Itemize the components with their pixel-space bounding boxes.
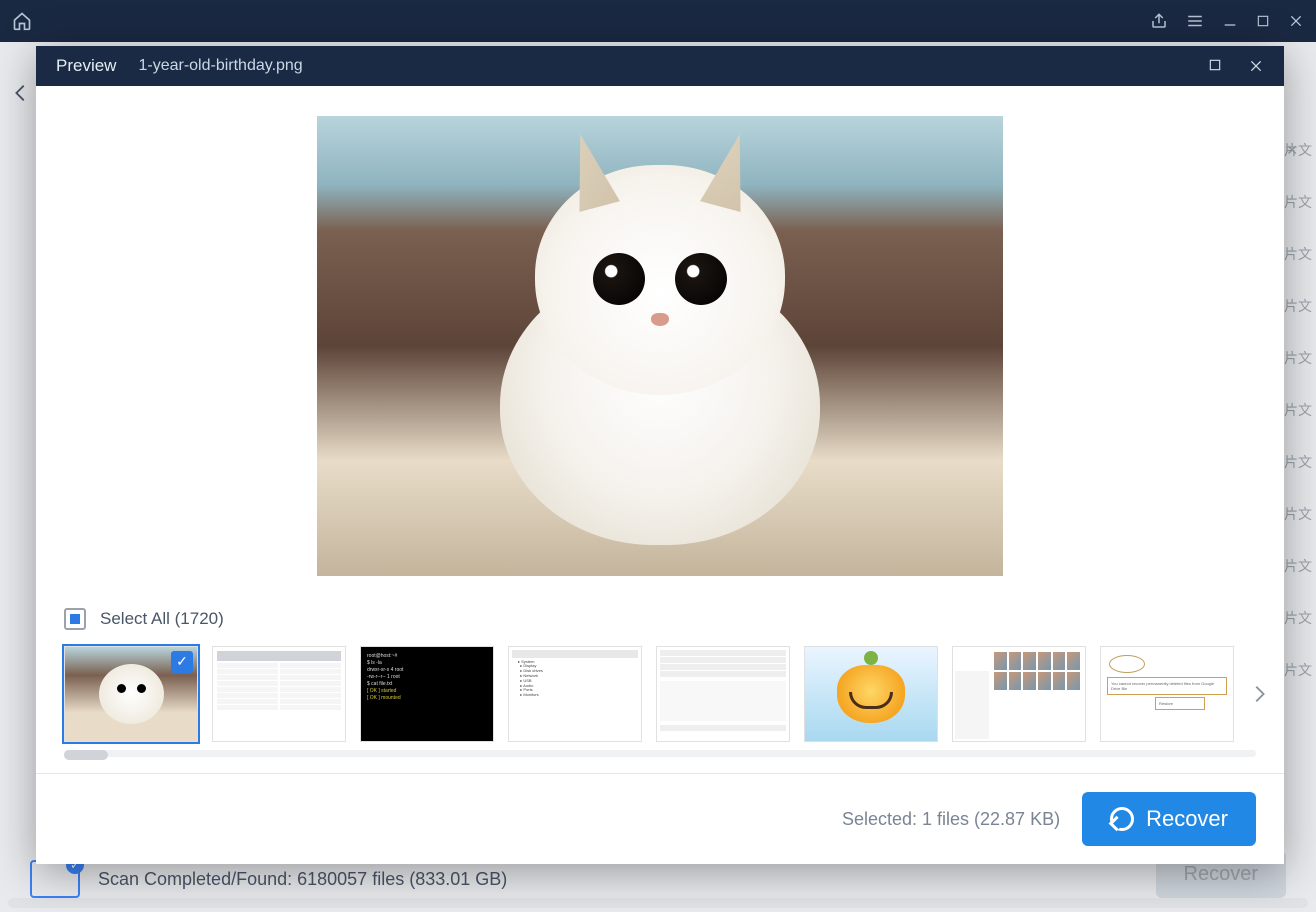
- modal-maximize-icon[interactable]: [1208, 58, 1222, 74]
- select-all-label: Select All (1720): [100, 609, 224, 629]
- minimize-icon[interactable]: [1222, 13, 1238, 29]
- preview-modal: Preview 1-year-old-birthday.png: [36, 46, 1284, 864]
- thumbnail[interactable]: [952, 646, 1086, 742]
- select-all-row[interactable]: Select All (1720): [36, 596, 1284, 640]
- thumbnail[interactable]: ✓: [64, 646, 198, 742]
- recover-label: Recover: [1146, 806, 1228, 832]
- disk-complete-icon: [30, 860, 80, 898]
- scan-status-text: Scan Completed/Found: 6180057 files (833…: [98, 869, 507, 890]
- preview-area: [36, 86, 1284, 596]
- bg-file-list: 片文片文片文片文片文片文片文片文片文片文片文: [1284, 140, 1312, 680]
- select-all-checkbox[interactable]: [64, 608, 86, 630]
- restore-icon: [1110, 807, 1134, 831]
- recover-button[interactable]: Recover: [1082, 792, 1256, 846]
- scan-status-bar: Scan Completed/Found: 6180057 files (833…: [30, 860, 507, 898]
- thumbnail[interactable]: root@host:~# $ ls -la drwxr-xr-x 4 root …: [360, 646, 494, 742]
- modal-title: Preview: [56, 56, 116, 76]
- thumbnail[interactable]: [804, 646, 938, 742]
- checkmark-icon: ✓: [171, 651, 193, 673]
- home-icon[interactable]: [12, 11, 32, 31]
- thumbnail[interactable]: [656, 646, 790, 742]
- bg-scrollbar[interactable]: [8, 898, 1308, 908]
- thumbnail-strip: ✓ root@host:~# $ ls -la drwxr-xr-x 4 roo…: [36, 640, 1284, 750]
- selected-status: Selected: 1 files (22.87 KB): [842, 809, 1060, 830]
- preview-image: [317, 116, 1003, 576]
- thumbnail-scrollbar[interactable]: [64, 750, 1256, 758]
- modal-filename: 1-year-old-birthday.png: [138, 57, 302, 75]
- maximize-icon[interactable]: [1256, 14, 1270, 28]
- close-icon[interactable]: [1288, 13, 1304, 29]
- menu-icon[interactable]: [1186, 12, 1204, 30]
- modal-close-icon[interactable]: [1248, 58, 1264, 74]
- thumbnail[interactable]: [212, 646, 346, 742]
- thumbnail[interactable]: You cannot recover permanently deleted f…: [1100, 646, 1234, 742]
- modal-footer: Selected: 1 files (22.87 KB) Recover: [36, 774, 1284, 864]
- next-thumbnails-icon[interactable]: [1248, 683, 1270, 705]
- modal-titlebar: Preview 1-year-old-birthday.png: [36, 46, 1284, 86]
- thumbnail[interactable]: ▸ System ▸ Display ▸ Disk drives ▸ Netwo…: [508, 646, 642, 742]
- back-icon[interactable]: [10, 82, 32, 104]
- app-titlebar: [0, 0, 1316, 42]
- share-icon[interactable]: [1150, 12, 1168, 30]
